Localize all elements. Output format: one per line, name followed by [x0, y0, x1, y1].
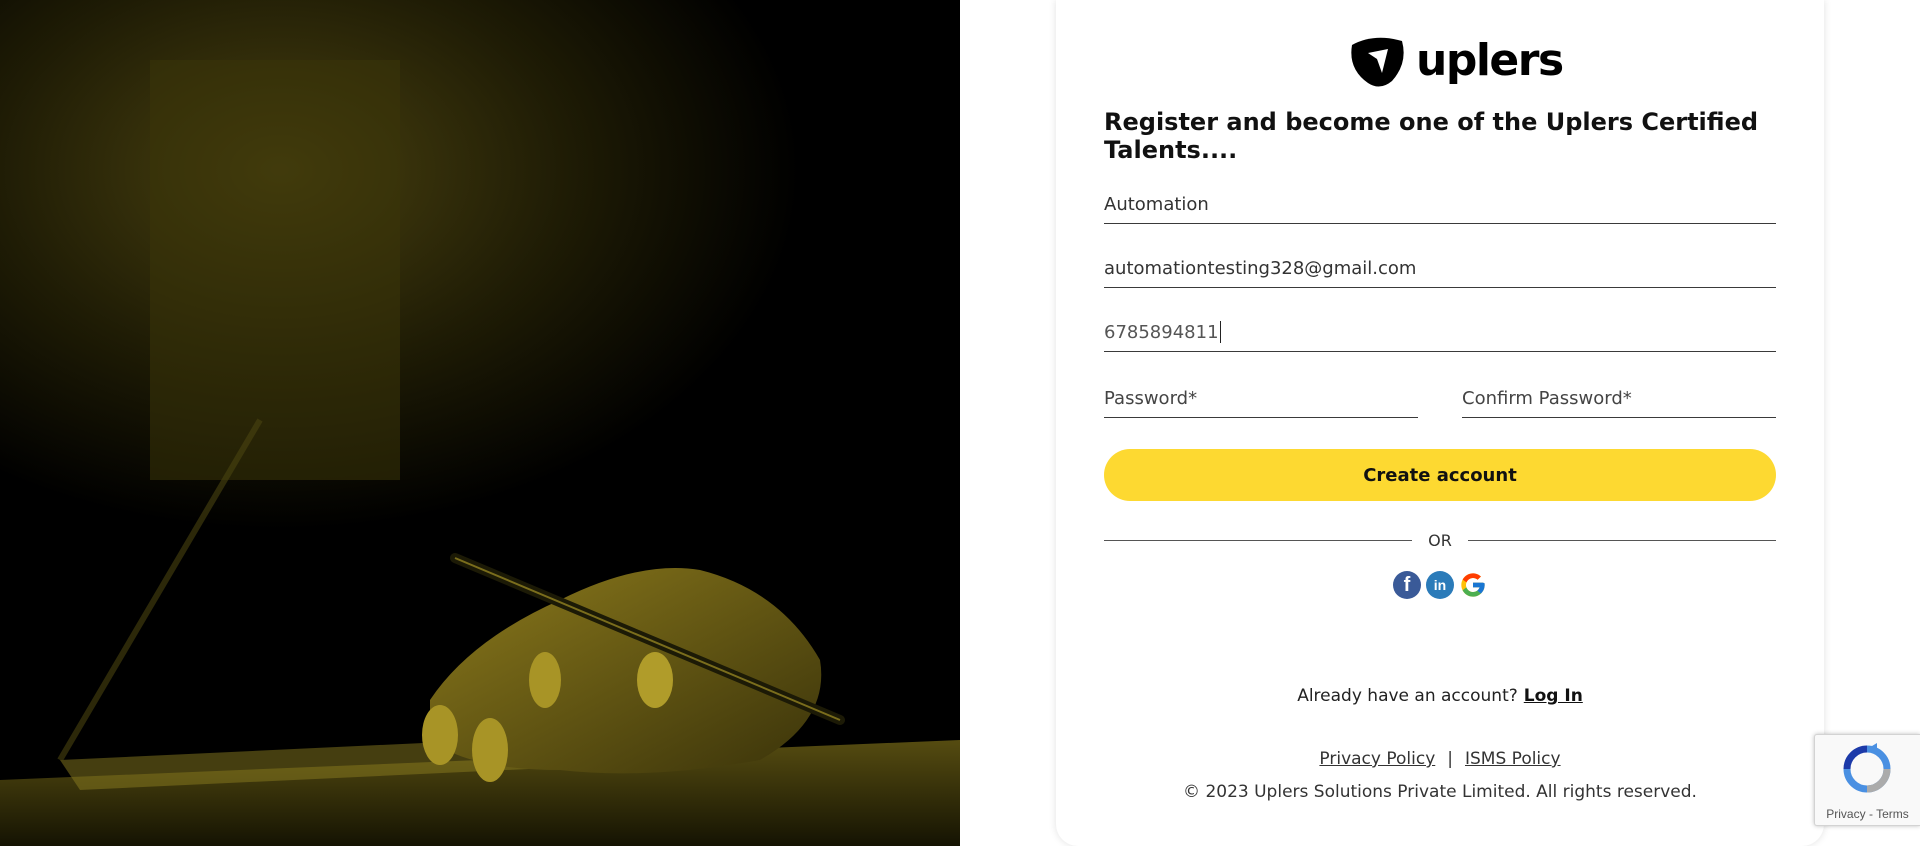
- divider-line-right: [1467, 539, 1776, 541]
- login-prompt-row: Already have an account? Log In: [1056, 686, 1824, 706]
- social-login-group: f in: [1393, 571, 1487, 599]
- recaptcha-badge[interactable]: Privacy - Terms: [1814, 734, 1920, 826]
- facebook-icon[interactable]: f: [1393, 571, 1421, 599]
- registration-card: uplers Register and become one of the Up…: [1056, 0, 1824, 846]
- login-link[interactable]: Log In: [1524, 686, 1583, 706]
- text-caret: [1219, 321, 1222, 343]
- divider-line-left: [1104, 539, 1413, 541]
- password-input[interactable]: [1104, 388, 1418, 409]
- google-icon[interactable]: [1459, 571, 1487, 599]
- hero-illustration: [0, 60, 960, 846]
- linkedin-icon[interactable]: in: [1426, 571, 1454, 599]
- email-input[interactable]: [1104, 258, 1776, 279]
- email-field: [1104, 250, 1776, 288]
- phone-input[interactable]: 6785894811: [1104, 322, 1219, 343]
- privacy-policy-link[interactable]: Privacy Policy: [1319, 749, 1435, 769]
- facebook-glyph: f: [1403, 573, 1411, 596]
- confirm-password-field: [1462, 380, 1776, 418]
- phone-field: 6785894811: [1104, 314, 1776, 352]
- login-prompt-text: Already have an account?: [1297, 686, 1518, 706]
- recaptcha-privacy-link[interactable]: Privacy: [1826, 807, 1865, 821]
- recaptcha-terms-link[interactable]: Terms: [1876, 807, 1909, 821]
- name-field: [1104, 186, 1776, 224]
- policy-separator: |: [1447, 749, 1453, 769]
- password-field: [1104, 380, 1418, 418]
- uplers-logo: uplers: [1344, 32, 1564, 90]
- confirm-password-input[interactable]: [1462, 388, 1776, 409]
- hero-image: [0, 0, 960, 846]
- uplers-logo-icon: [1351, 37, 1404, 87]
- create-account-button[interactable]: Create account: [1104, 449, 1776, 501]
- page-headline: Register and become one of the Uplers Ce…: [1104, 108, 1759, 164]
- isms-policy-link[interactable]: ISMS Policy: [1465, 749, 1561, 769]
- linkedin-glyph: in: [1433, 577, 1447, 593]
- or-divider: OR: [1104, 529, 1776, 551]
- recaptcha-dash: -: [1865, 807, 1877, 821]
- copyright-text: © 2023 Uplers Solutions Private Limited.…: [1183, 782, 1697, 802]
- recaptcha-links: Privacy - Terms: [1815, 807, 1920, 821]
- or-label: OR: [1428, 530, 1452, 550]
- uplers-wordmark: uplers: [1416, 35, 1564, 86]
- recaptcha-icon: [1843, 743, 1891, 793]
- policy-links: Privacy Policy | ISMS Policy: [1056, 749, 1824, 769]
- google-logo-svg: [1461, 573, 1485, 597]
- name-input[interactable]: [1104, 194, 1776, 215]
